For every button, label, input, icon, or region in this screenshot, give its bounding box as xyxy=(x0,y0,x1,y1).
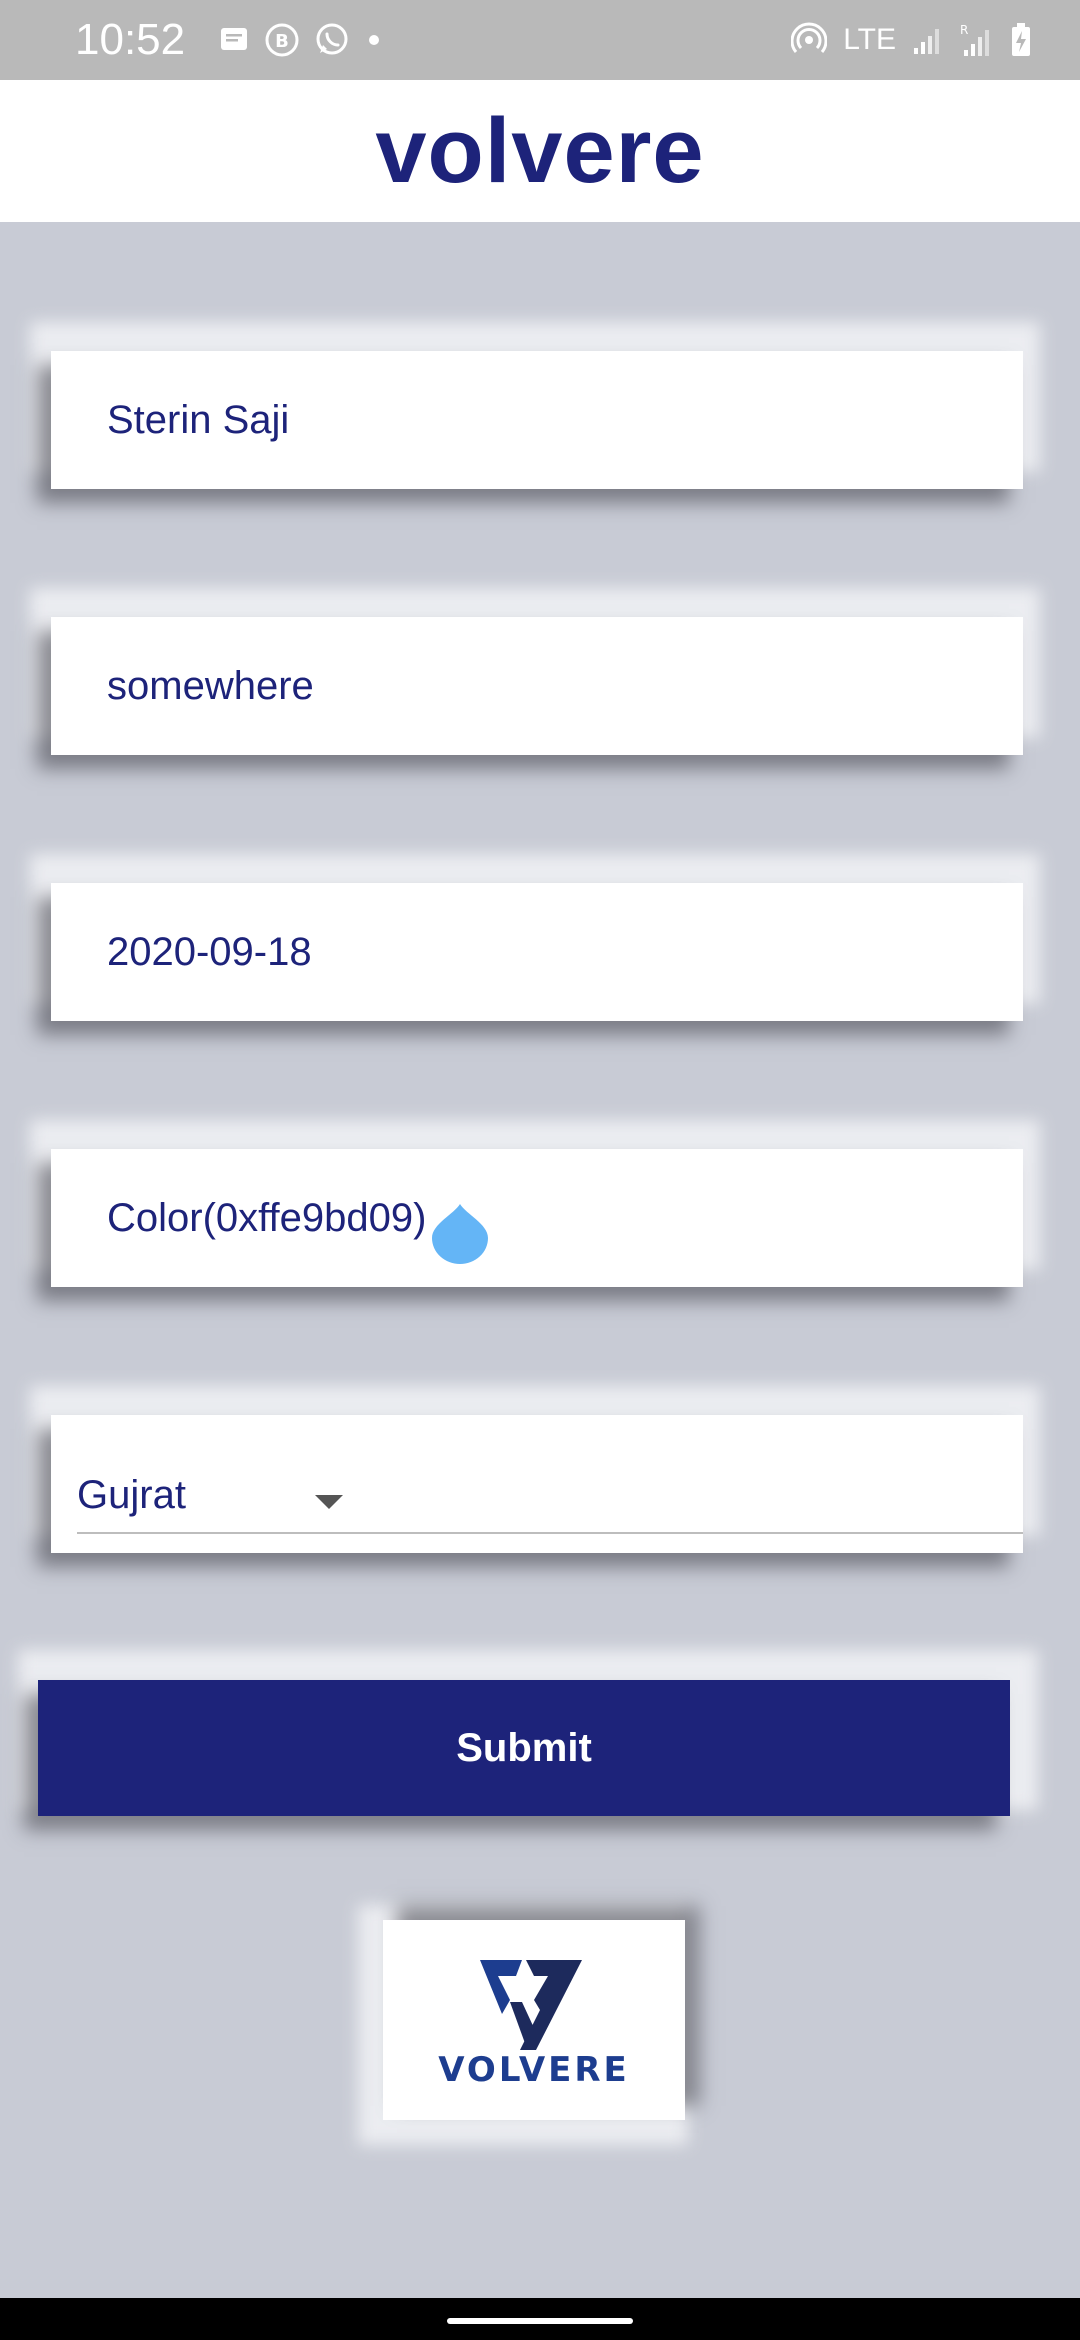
state-dropdown-value: Gujrat xyxy=(77,1473,186,1517)
b-app-icon: B xyxy=(265,23,299,57)
date-field[interactable]: 2020-09-18 xyxy=(51,883,1023,1021)
app-bar: volvere xyxy=(0,80,1080,222)
state-dropdown[interactable]: Gujrat xyxy=(51,1415,1023,1553)
color-field[interactable]: Color(0xffe9bd09) xyxy=(51,1149,1023,1287)
hotspot-icon xyxy=(791,22,828,53)
volvere-logo-mark xyxy=(480,1960,582,2050)
status-time: 10:52 xyxy=(75,15,186,64)
signal-roaming-icon: R xyxy=(960,23,989,56)
text-cursor-handle[interactable] xyxy=(432,1200,488,1264)
svg-text:R: R xyxy=(960,23,968,37)
signal-icon xyxy=(914,29,939,54)
svg-text:B: B xyxy=(275,31,289,52)
dropdown-arrow-icon xyxy=(315,1495,343,1509)
name-field-value: Sterin Saji xyxy=(107,397,290,442)
submit-button[interactable]: Submit xyxy=(38,1680,1010,1816)
battery-charging-icon xyxy=(1012,23,1030,56)
message-icon xyxy=(221,28,247,50)
notification-icons: B xyxy=(218,22,384,58)
dropdown-underline xyxy=(77,1532,1023,1534)
date-field-value: 2020-09-18 xyxy=(107,929,312,974)
name-field[interactable]: Sterin Saji xyxy=(51,351,1023,489)
whatsapp-icon xyxy=(316,23,348,55)
app-title: volvere xyxy=(375,99,705,202)
volvere-logo: VOLVERE xyxy=(383,1920,685,2120)
color-field-value: Color(0xffe9bd09) xyxy=(107,1195,427,1240)
home-gesture-pill[interactable] xyxy=(447,2318,633,2324)
dot-icon xyxy=(369,35,379,45)
network-type: LTE xyxy=(843,23,896,56)
address-field[interactable]: somewhere xyxy=(51,617,1023,755)
system-icons: LTE R xyxy=(791,22,1032,58)
address-field-value: somewhere xyxy=(107,663,314,708)
status-bar: 10:52 B LTE R xyxy=(0,0,1080,80)
logo-wordmark: VOLVERE xyxy=(438,2050,630,2090)
